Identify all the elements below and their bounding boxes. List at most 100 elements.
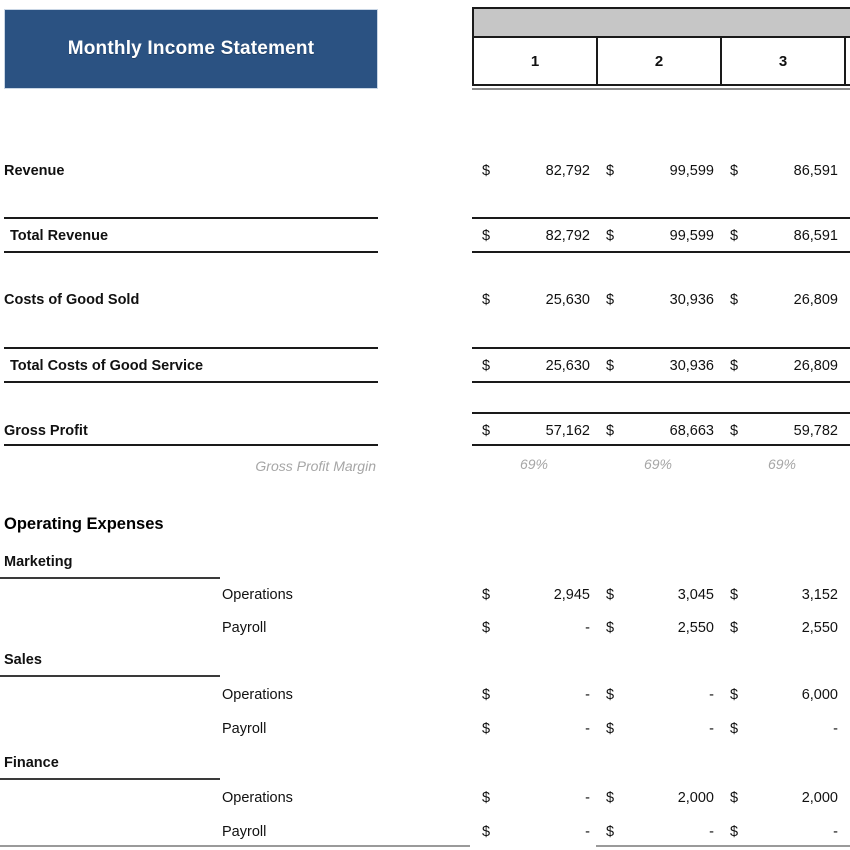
marketing-operations-col1[interactable]: $ 2,945: [472, 579, 596, 611]
marketing-payroll-col3[interactable]: $ 2,550: [720, 612, 844, 644]
revenue-value-col2[interactable]: $ 99,599: [596, 154, 720, 188]
revenue-values: $ 82,792 $ 99,599 $ 86,591: [472, 154, 850, 188]
row-sales-payroll: Payroll $ - $ - $ -: [0, 713, 850, 745]
sales-operations-values: $ - $ - $ 6,000: [472, 679, 850, 711]
gross-profit-value-col3[interactable]: $ 59,782: [720, 414, 844, 448]
total-cogs-value-col2[interactable]: $ 30,936: [596, 349, 720, 383]
cell-value: -: [585, 687, 590, 703]
total-revenue-value-col1[interactable]: $ 82,792: [472, 219, 596, 253]
gross-profit-margin-col1: 69%: [519, 456, 549, 472]
cell-value: 6,000: [801, 687, 838, 703]
cell-value: 2,000: [801, 790, 838, 806]
currency-symbol: $: [606, 620, 615, 636]
finance-operations-col3[interactable]: $ 2,000: [720, 782, 844, 814]
currency-symbol: $: [730, 228, 739, 244]
currency-symbol: $: [482, 620, 491, 636]
row-sales-operations: Operations $ - $ - $ 6,000: [0, 679, 850, 711]
row-revenue: Revenue $ 82,792 $ 99,599 $ 86,591: [0, 154, 850, 188]
total-cogs-values: $ 25,630 $ 30,936 $ 26,809: [472, 349, 850, 383]
group-label-marketing: Marketing: [4, 554, 73, 570]
group-header-finance: Finance: [0, 750, 850, 776]
total-cogs-value-col1[interactable]: $ 25,630: [472, 349, 596, 383]
cogs-values: $ 25,630 $ 30,936 $ 26,809: [472, 283, 850, 317]
total-cogs-value-bottom-rule: [472, 381, 850, 383]
sales-payroll-values: $ - $ - $ -: [472, 713, 850, 745]
marketing-payroll-col1[interactable]: $ -: [472, 612, 596, 644]
column-header-2[interactable]: 2: [598, 38, 722, 84]
gross-profit-value-col2[interactable]: $ 68,663: [596, 414, 720, 448]
cogs-value-col1[interactable]: $ 25,630: [472, 283, 596, 317]
gross-profit-label-bottom-rule: [4, 444, 378, 446]
currency-symbol: $: [606, 228, 615, 244]
marketing-operations-col3[interactable]: $ 3,152: [720, 579, 844, 611]
column-header-1[interactable]: 1: [474, 38, 598, 84]
cell-value: -: [585, 790, 590, 806]
page-title: Monthly Income Statement: [67, 38, 315, 59]
total-revenue-label-bottom-rule: [4, 251, 378, 253]
currency-symbol: $: [730, 687, 739, 703]
cell-value: -: [833, 824, 838, 840]
sales-operations-col1[interactable]: $ -: [472, 679, 596, 711]
cell-value: 2,000: [677, 790, 714, 806]
cell-value: 2,550: [677, 620, 714, 636]
currency-symbol: $: [606, 687, 615, 703]
currency-symbol: $: [482, 687, 491, 703]
row-label-finance-payroll: Payroll: [222, 824, 267, 840]
currency-symbol: $: [730, 163, 739, 179]
revenue-value-col3[interactable]: $ 86,591: [720, 154, 844, 188]
total-cogs-value-col3[interactable]: $ 26,809: [720, 349, 844, 383]
row-label-finance-operations: Operations: [222, 790, 293, 806]
total-revenue-values: $ 82,792 $ 99,599 $ 86,591: [472, 219, 850, 253]
finance-operations-col1[interactable]: $ -: [472, 782, 596, 814]
cell-value: 26,809: [793, 292, 838, 308]
row-label-total-cogs: Total Costs of Good Service: [10, 358, 204, 374]
currency-symbol: $: [482, 721, 491, 737]
sales-payroll-col1[interactable]: $ -: [472, 713, 596, 745]
finance-payroll-col2[interactable]: $ -: [596, 816, 720, 848]
cogs-value-col3[interactable]: $ 26,809: [720, 283, 844, 317]
finance-operations-col2[interactable]: $ 2,000: [596, 782, 720, 814]
currency-symbol: $: [606, 824, 615, 840]
currency-symbol: $: [730, 358, 739, 374]
currency-symbol: $: [606, 721, 615, 737]
currency-symbol: $: [730, 423, 739, 439]
gross-profit-margin-values: 69% 69% 69%: [472, 449, 850, 479]
cell-value: -: [709, 687, 714, 703]
cogs-value-col2[interactable]: $ 30,936: [596, 283, 720, 317]
currency-symbol: $: [482, 292, 491, 308]
marketing-payroll-col2[interactable]: $ 2,550: [596, 612, 720, 644]
group-underline-finance: [0, 778, 220, 780]
revenue-value-col1[interactable]: $ 82,792: [472, 154, 596, 188]
currency-symbol: $: [482, 228, 491, 244]
row-marketing-payroll: Payroll $ - $ 2,550 $ 2,550: [0, 612, 850, 644]
currency-symbol: $: [482, 790, 491, 806]
total-revenue-value-col3[interactable]: $ 86,591: [720, 219, 844, 253]
column-header-row: 1 2 3: [472, 38, 850, 86]
sales-payroll-col3[interactable]: $ -: [720, 713, 844, 745]
column-header-3[interactable]: 3: [722, 38, 846, 84]
total-revenue-value-bottom-rule: [472, 251, 850, 253]
group-label-sales: Sales: [4, 652, 42, 668]
sales-operations-col2[interactable]: $ -: [596, 679, 720, 711]
cell-value: 2,945: [553, 587, 590, 603]
cell-value: -: [833, 721, 838, 737]
marketing-operations-col2[interactable]: $ 3,045: [596, 579, 720, 611]
finance-payroll-col1[interactable]: $ -: [472, 816, 596, 848]
row-finance-operations: Operations $ - $ 2,000 $ 2,000: [0, 782, 850, 814]
bottom-left-rule: [0, 845, 470, 847]
cell-value: 82,792: [545, 228, 590, 244]
cell-value: 86,591: [793, 163, 838, 179]
sales-payroll-col2[interactable]: $ -: [596, 713, 720, 745]
currency-symbol: $: [482, 824, 491, 840]
report-title-banner: Monthly Income Statement: [4, 9, 378, 89]
gross-profit-value-bottom-rule: [472, 444, 850, 446]
total-revenue-value-col2[interactable]: $ 99,599: [596, 219, 720, 253]
finance-payroll-col3[interactable]: $ -: [720, 816, 844, 848]
gross-profit-value-col1[interactable]: $ 57,162: [472, 414, 596, 448]
section-title-operating-expenses: Operating Expenses: [4, 515, 164, 533]
sales-operations-col3[interactable]: $ 6,000: [720, 679, 844, 711]
finance-operations-values: $ - $ 2,000 $ 2,000: [472, 782, 850, 814]
row-label-gross-profit: Gross Profit: [4, 423, 88, 439]
marketing-payroll-values: $ - $ 2,550 $ 2,550: [472, 612, 850, 644]
cell-value: 2,550: [801, 620, 838, 636]
